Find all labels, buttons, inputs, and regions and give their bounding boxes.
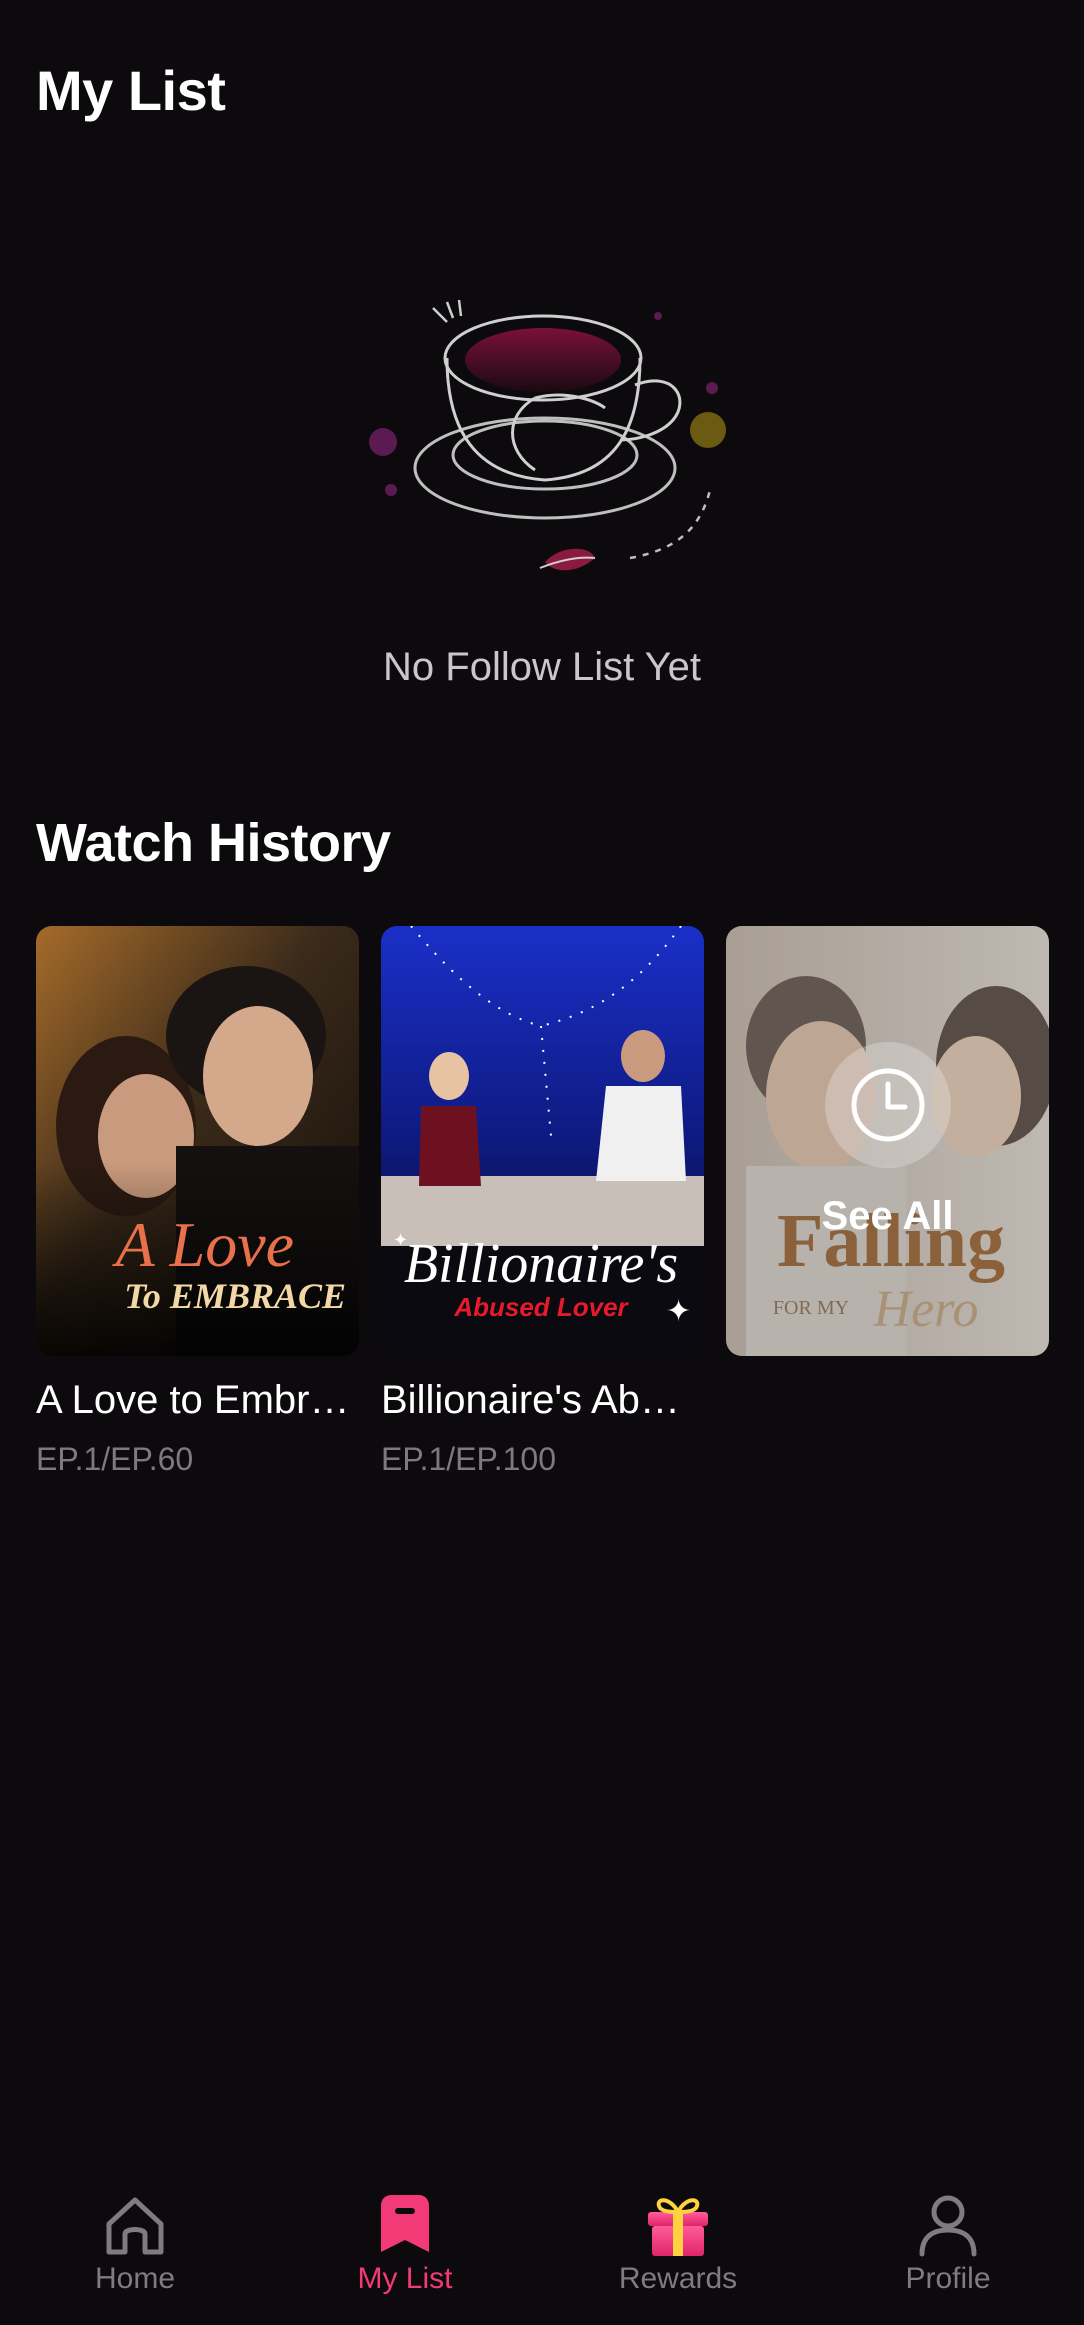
tab-home-label: Home: [94, 2262, 176, 2295]
gift-icon: [648, 2198, 708, 2256]
tab-rewards-label: Rewards: [618, 2262, 738, 2295]
empty-follow-list-text: No Follow List Yet: [383, 645, 701, 689]
bottom-tab-bar: Home My List Rewards Profile: [0, 2160, 1084, 2325]
tab-my-list-label: My List: [357, 2262, 453, 2295]
card-episode: EP.1/EP.60: [36, 1441, 194, 1477]
poster-subtitle-text: Abused Lover: [453, 1292, 629, 1322]
tab-my-list[interactable]: My List: [305, 2190, 505, 2296]
tab-home[interactable]: Home: [35, 2190, 235, 2296]
see-all-button[interactable]: Falling FOR MY Hero See All: [726, 926, 1049, 1356]
card-title: A Love to Embr…: [36, 1378, 350, 1422]
coffee-cup-icon: [369, 299, 726, 571]
poster-title-text: A Love: [112, 1209, 294, 1280]
watch-history-title: Watch History: [36, 813, 391, 873]
svg-text:✦: ✦: [666, 1294, 691, 1329]
clock-icon: [825, 1042, 951, 1168]
tab-profile-label: Profile: [905, 2262, 991, 2295]
see-all-label: See All: [821, 1194, 954, 1238]
poster-title-text: Billionaire's: [404, 1233, 678, 1295]
bookmark-icon: [381, 2195, 429, 2252]
card-title: Billionaire's Ab…: [381, 1378, 680, 1422]
poster-image[interactable]: A Love To EMBRACE: [36, 926, 359, 1356]
svg-text:✦: ✦: [393, 1230, 408, 1251]
tab-profile[interactable]: Profile: [848, 2190, 1048, 2296]
poster-subtitle-text: To EMBRACE: [124, 1276, 346, 1316]
page-title: My List: [36, 59, 226, 122]
card-episode: EP.1/EP.100: [381, 1441, 556, 1477]
home-icon: [106, 2197, 164, 2255]
tab-rewards[interactable]: Rewards: [578, 2190, 778, 2296]
poster-image[interactable]: Billionaire's Abused Lover ✦ ✦: [381, 926, 704, 1356]
person-icon: [919, 2195, 977, 2257]
history-card-1[interactable]: A Love To EMBRACE A Love to Embr… EP.1/E…: [36, 926, 359, 1478]
history-card-2[interactable]: Billionaire's Abused Lover ✦ ✦ Billionai…: [381, 926, 704, 1478]
